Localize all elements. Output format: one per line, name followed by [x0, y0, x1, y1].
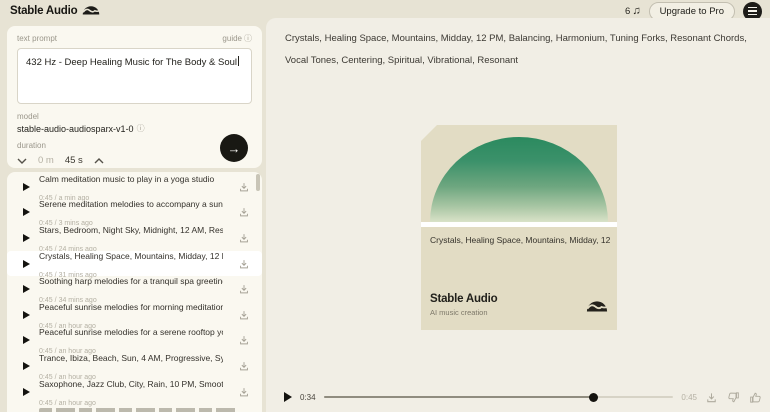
album-artwork-card: Crystals, Healing Space, Mountains, Midd… — [421, 125, 617, 330]
list-item[interactable]: Saxophone, Jazz Club, City, Rain, 10 PM,… — [7, 379, 262, 405]
prompt-composer-panel: text prompt guide ⓘ 432 Hz - Deep Healin… — [7, 26, 262, 168]
player-play-button[interactable] — [284, 392, 292, 402]
prompt-text: 432 Hz - Deep Healing Music for The Body… — [26, 57, 237, 68]
play-icon[interactable] — [23, 260, 30, 268]
track-title: Peaceful sunrise melodies for morning me… — [39, 302, 223, 312]
text-cursor — [238, 56, 239, 66]
text-prompt-label: text prompt — [17, 34, 57, 43]
play-icon[interactable] — [23, 362, 30, 370]
current-time: 0:34 — [300, 393, 316, 402]
track-title: Soothing harp melodies for a tranquil sp… — [39, 276, 223, 286]
stable-audio-logo-icon — [586, 299, 608, 317]
generate-submit-button[interactable]: → — [220, 134, 248, 162]
thumbs-up-button[interactable] — [749, 391, 762, 404]
download-button[interactable] — [238, 386, 250, 398]
play-icon[interactable] — [23, 234, 30, 242]
seek-bar-knob[interactable] — [589, 393, 598, 402]
brand-name: Stable Audio — [10, 5, 77, 17]
main-content-panel: Crystals, Healing Space, Mountains, Midd… — [266, 18, 770, 412]
thumbs-down-button[interactable] — [727, 391, 740, 404]
player-download-button[interactable] — [705, 391, 718, 404]
track-title: Crystals, Healing Space, Mountains, Midd… — [39, 251, 223, 261]
brand[interactable]: Stable Audio — [10, 2, 100, 20]
selected-track-full-prompt: Crystals, Healing Space, Mountains, Midd… — [285, 28, 759, 72]
play-icon[interactable] — [23, 336, 30, 344]
download-button[interactable] — [238, 258, 250, 270]
model-value: stable-audio-audiosparx-v1-0 — [17, 124, 134, 134]
track-title: Trance, Ibiza, Beach, Sun, 4 AM, Progres… — [39, 353, 223, 363]
prompt-textarea[interactable]: 432 Hz - Deep Healing Music for The Body… — [17, 48, 252, 104]
duration-decrease-button[interactable] — [17, 158, 27, 164]
clipped-track-title — [39, 408, 239, 412]
duration-seconds-value[interactable]: 45 s — [65, 155, 83, 166]
history-scrollbar-thumb[interactable] — [256, 174, 260, 191]
guide-link[interactable]: guide ⓘ — [222, 34, 252, 43]
seek-bar-played — [324, 396, 593, 398]
track-title: Serene meditation melodies to accompany … — [39, 199, 223, 209]
guide-label: guide — [222, 34, 242, 43]
audio-player-bar: 0:34 0:45 — [284, 389, 762, 405]
duration-minutes-value[interactable]: 0 m — [38, 155, 54, 166]
play-icon[interactable] — [23, 311, 30, 319]
track-title: Peaceful sunrise melodies for a serene r… — [39, 327, 223, 337]
play-icon[interactable] — [23, 183, 30, 191]
stable-audio-logo-icon — [82, 2, 100, 20]
play-icon[interactable] — [23, 285, 30, 293]
play-icon[interactable] — [23, 388, 30, 396]
track-title: Stars, Bedroom, Night Sky, Midnight, 12 … — [39, 225, 223, 235]
download-button[interactable] — [238, 206, 250, 218]
artwork-track-title: Crystals, Healing Space, Mountains, Midd… — [430, 235, 610, 245]
music-note-icon: ♫ — [632, 6, 640, 17]
info-icon: ⓘ — [244, 35, 252, 43]
artwork-tagline: AI music creation — [430, 308, 488, 317]
play-icon[interactable] — [23, 208, 30, 216]
generation-history-list: Calm meditation music to play in a yoga … — [7, 172, 262, 412]
model-label: model — [17, 112, 252, 121]
download-button[interactable] — [238, 334, 250, 346]
duration-label: duration — [17, 141, 252, 150]
seek-bar[interactable] — [324, 396, 674, 398]
download-button[interactable] — [238, 181, 250, 193]
track-title: Calm meditation music to play in a yoga … — [39, 174, 214, 184]
arrow-right-icon: → — [228, 141, 241, 156]
model-info-icon: ⓘ — [137, 125, 145, 133]
download-button[interactable] — [238, 360, 250, 372]
duration-increase-button[interactable] — [94, 158, 104, 164]
credits-counter: 6 ♫ — [625, 6, 641, 17]
artwork-brand-name: Stable Audio — [430, 293, 497, 305]
list-item-partial[interactable] — [7, 403, 262, 412]
credits-count: 6 — [625, 6, 630, 17]
dome-baseline — [421, 222, 617, 227]
download-button[interactable] — [238, 283, 250, 295]
download-button[interactable] — [238, 232, 250, 244]
download-button[interactable] — [238, 309, 250, 321]
green-dome-graphic — [430, 137, 608, 222]
total-time: 0:45 — [681, 393, 697, 402]
track-title: Saxophone, Jazz Club, City, Rain, 10 PM,… — [39, 379, 223, 389]
